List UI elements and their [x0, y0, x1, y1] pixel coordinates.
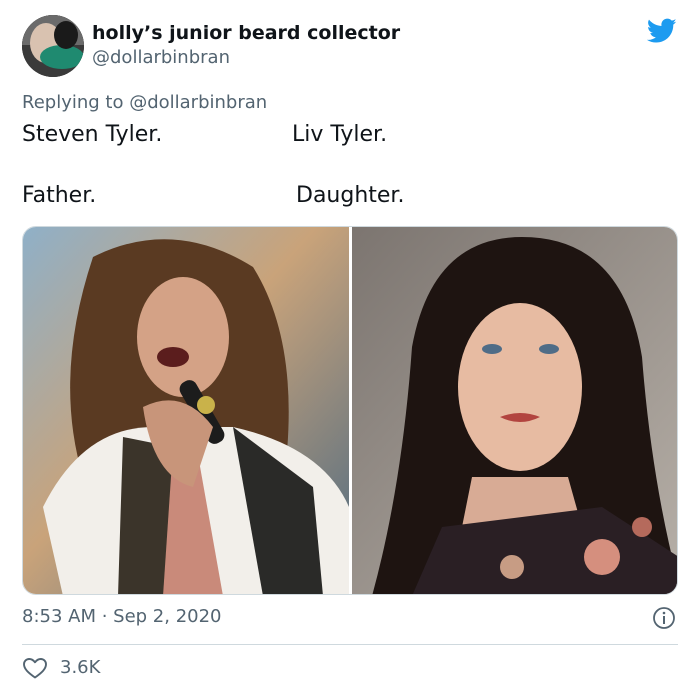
tweet-text-line1-right: Liv Tyler.: [292, 122, 388, 147]
info-icon[interactable]: [652, 606, 676, 630]
tweet-text-line1-left: Steven Tyler.: [22, 122, 163, 147]
author-handle[interactable]: @dollarbinbran: [92, 47, 230, 68]
replying-to: Replying to @dollarbinbran: [22, 92, 267, 113]
avatar[interactable]: [22, 15, 84, 77]
media-photo-right[interactable]: [352, 227, 677, 594]
media-photo-left[interactable]: [23, 227, 349, 594]
heart-icon[interactable]: [22, 656, 48, 680]
author-display-name[interactable]: holly’s junior beard collector: [92, 22, 400, 44]
reply-mention-link[interactable]: @dollarbinbran: [129, 92, 267, 113]
tweet-media: [22, 226, 678, 595]
replying-to-prefix: Replying to: [22, 92, 130, 113]
tweet-timestamp[interactable]: 8:53 AM · Sep 2, 2020: [22, 606, 222, 627]
like-count[interactable]: 3.6K: [60, 657, 100, 678]
tweet-text-line2-left: Father.: [22, 183, 97, 208]
tweet-text-line2-right: Daughter.: [296, 183, 405, 208]
tweet-card: holly’s junior beard collector @dollarbi…: [0, 0, 700, 697]
divider: [22, 644, 678, 645]
twitter-bird-icon[interactable]: [647, 18, 677, 44]
